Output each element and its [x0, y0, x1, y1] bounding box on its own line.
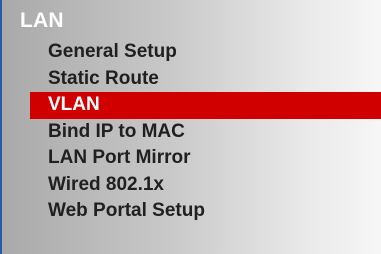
- menu-item-web-portal-setup[interactable]: Web Portal Setup: [2, 198, 381, 225]
- menu-item-vlan[interactable]: VLAN: [30, 92, 381, 119]
- menu-item-static-route[interactable]: Static Route: [2, 66, 381, 93]
- menu-items: General Setup Static Route VLAN Bind IP …: [2, 39, 381, 225]
- menu-item-general-setup[interactable]: General Setup: [2, 39, 381, 66]
- section-header-lan[interactable]: LAN: [20, 9, 64, 33]
- menu-item-lan-port-mirror[interactable]: LAN Port Mirror: [2, 145, 381, 172]
- sidebar-menu: LAN General Setup Static Route VLAN Bind…: [0, 0, 381, 254]
- menu-item-bind-ip-to-mac[interactable]: Bind IP to MAC: [2, 119, 381, 146]
- menu-item-wired-8021x[interactable]: Wired 802.1x: [2, 172, 381, 199]
